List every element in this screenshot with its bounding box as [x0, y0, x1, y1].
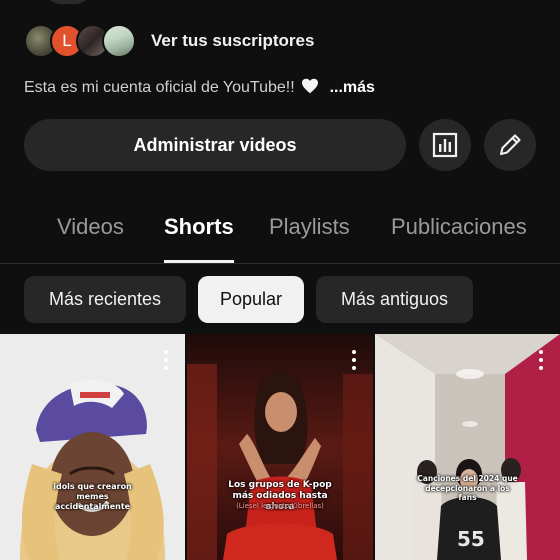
- short-thumbnail-image: [0, 334, 185, 560]
- short-thumbnail[interactable]: idols que crearon memes accidentalmente: [0, 334, 185, 560]
- short-thumbnail[interactable]: Los grupos de K-pop más odiados hasta ah…: [187, 334, 373, 560]
- subscriber-avatars: L: [24, 22, 140, 60]
- edit-channel-button[interactable]: [484, 119, 536, 171]
- short-subcaption: (Liesel le gusto Kibrellas): [236, 502, 324, 510]
- channel-avatar[interactable]: [46, 0, 90, 4]
- tab-videos[interactable]: Videos: [57, 214, 124, 240]
- view-subscribers-link[interactable]: Ver tus suscriptores: [151, 31, 314, 51]
- pencil-icon: [499, 134, 521, 156]
- active-tab-indicator: [164, 260, 234, 263]
- channel-description[interactable]: Esta es mi cuenta oficial de YouTube!! .…: [24, 78, 375, 97]
- short-thumbnail-image: 55: [375, 334, 560, 560]
- more-link[interactable]: ...más: [330, 79, 375, 96]
- tab-shorts[interactable]: Shorts: [164, 214, 234, 240]
- more-options-icon[interactable]: [163, 350, 169, 370]
- subscribers-row[interactable]: L Ver tus suscriptores: [24, 22, 314, 60]
- more-options-icon[interactable]: [538, 350, 544, 370]
- analytics-button[interactable]: [419, 119, 471, 171]
- filter-chip-popular[interactable]: Popular: [198, 276, 304, 323]
- description-text: Esta es mi cuenta oficial de YouTube!!: [24, 79, 295, 96]
- channel-tabs: Videos Shorts Playlists Publicaciones: [0, 196, 560, 264]
- short-thumbnail[interactable]: 55 Canciones del 2024 que decepcionaron …: [375, 334, 560, 560]
- subscriber-avatar: [102, 24, 136, 58]
- svg-text:55: 55: [457, 527, 485, 551]
- filter-chip-oldest[interactable]: Más antiguos: [316, 276, 473, 323]
- bar-chart-icon: [432, 132, 458, 158]
- tab-publicaciones[interactable]: Publicaciones: [391, 214, 527, 240]
- short-thumbnail-image: [187, 334, 373, 560]
- filter-chip-recent[interactable]: Más recientes: [24, 276, 186, 323]
- short-caption: Canciones del 2024 que decepcionaron a l…: [417, 474, 518, 502]
- white-heart-icon: [302, 78, 319, 94]
- short-caption: idols que crearon memes accidentalmente: [53, 482, 132, 511]
- tab-playlists[interactable]: Playlists: [269, 214, 350, 240]
- manage-videos-button[interactable]: Administrar videos: [24, 119, 406, 171]
- more-options-icon[interactable]: [351, 350, 357, 370]
